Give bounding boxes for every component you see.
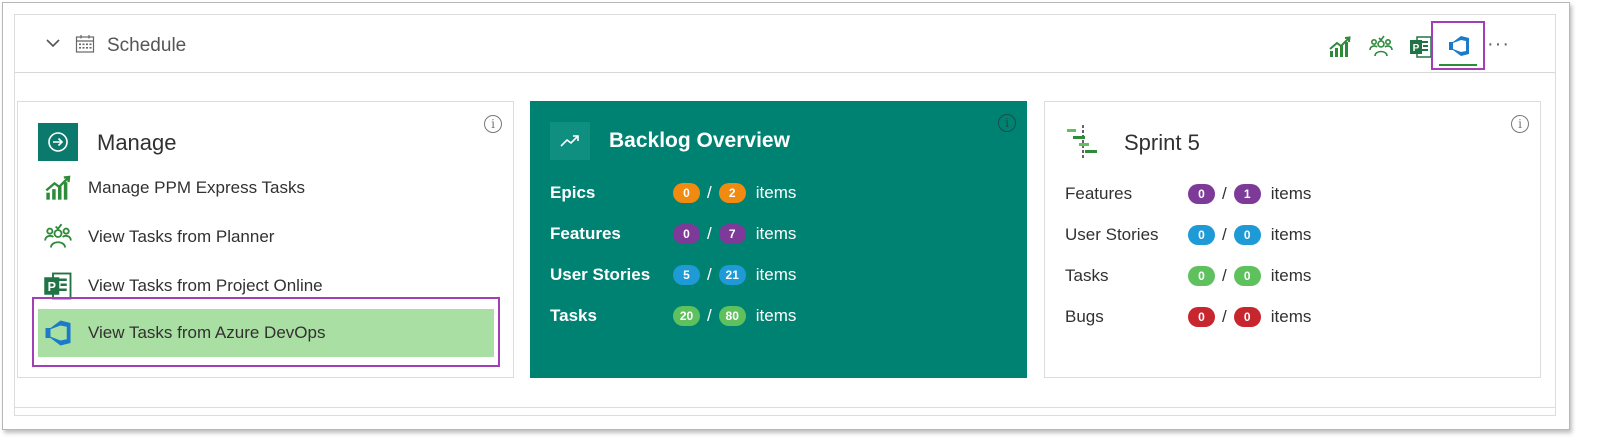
slash-separator: / [707,306,712,325]
count-badge: 0 [1188,307,1215,327]
count-badge: 0 [1188,225,1215,245]
items-unit: items [755,265,797,284]
menu-item-label: Manage PPM Express Tasks [88,178,305,197]
stat-row-epics: Epics 0 / 2 items [550,180,796,206]
slash-separator: / [707,224,712,243]
count-badge: 0 [673,224,700,244]
stat-label: Tasks [550,306,597,325]
menu-item-label: View Tasks from Project Online [88,276,323,295]
azure-devops-icon[interactable] [1447,34,1471,58]
stat-row-features: Features 0 / 1 items [1065,181,1311,207]
stat-row-user-stories: User Stories 0 / 0 items [1065,222,1311,248]
arrow-right-circle-icon [38,123,78,161]
slash-separator: / [1222,266,1227,285]
stat-row-user-stories: User Stories 5 / 21 items [550,262,796,288]
chevron-down-icon[interactable] [45,35,61,51]
count-badge: 0 [1188,184,1215,204]
total-badge: 21 [718,265,746,285]
total-badge: 80 [718,306,746,326]
total-badge: 0 [1233,266,1261,286]
items-unit: items [755,306,797,325]
info-icon[interactable]: i [1511,115,1529,133]
slash-separator: / [1222,307,1227,326]
items-unit: items [1270,184,1312,203]
backlog-overview-card[interactable]: i Backlog Overview Epics 0 / 2 items Fea… [530,101,1027,378]
svg-text:P: P [1413,43,1420,54]
slash-separator: / [1222,225,1227,244]
more-options-button[interactable]: ··· [1487,33,1510,56]
items-unit: items [1270,225,1312,244]
manage-title: Manage [97,130,177,155]
items-unit: items [755,224,797,243]
azure-devops-item-highlight [32,297,500,367]
stat-row-features: Features 0 / 7 items [550,221,796,247]
backlog-title: Backlog Overview [609,129,790,152]
menu-item-planner-tasks[interactable]: View Tasks from Planner [38,213,494,261]
items-unit: items [1270,307,1312,326]
stat-label: User Stories [550,265,651,284]
divider [15,407,1555,408]
screenshot-frame: Schedule P ··· i Manage Manage PPM Expre… [0,0,1609,440]
info-icon[interactable]: i [998,114,1016,132]
stat-row-tasks: Tasks 0 / 0 items [1065,263,1311,289]
schedule-section: Schedule P ··· i Manage Manage PPM Expre… [14,14,1556,416]
slash-separator: / [1222,184,1227,203]
trend-up-icon [550,122,590,160]
chart-growth-icon[interactable] [1328,35,1352,59]
slash-separator: / [707,183,712,202]
stat-label: Features [550,224,621,243]
total-badge: 0 [1233,225,1261,245]
calendar-icon [75,35,95,53]
chart-growth-icon [42,172,74,204]
items-unit: items [755,183,797,202]
items-unit: items [1270,266,1312,285]
svg-text:P: P [48,280,56,294]
team-icon [42,221,74,253]
count-badge: 0 [673,183,700,203]
count-badge: 0 [1188,266,1215,286]
stat-label: Features [1065,184,1133,203]
stat-label: Bugs [1065,307,1104,326]
count-badge: 20 [673,306,700,326]
stat-row-tasks: Tasks 20 / 80 items [550,303,796,329]
sprint-title: Sprint 5 [1124,130,1200,155]
manage-card: i Manage Manage PPM Express Tasks View T… [17,101,514,378]
gantt-icon [1067,125,1097,159]
stat-label: Tasks [1065,266,1109,285]
total-badge: 1 [1233,184,1261,204]
total-badge: 0 [1233,307,1261,327]
menu-item-ppm-express-tasks[interactable]: Manage PPM Express Tasks [38,164,494,212]
total-badge: 7 [718,224,746,244]
section-title: Schedule [107,35,187,56]
section-header: Schedule P ··· [15,15,1555,73]
menu-item-label: View Tasks from Planner [88,227,275,246]
total-badge: 2 [718,183,746,203]
project-online-icon[interactable]: P [1409,35,1433,59]
stat-row-bugs: Bugs 0 / 0 items [1065,304,1311,330]
info-icon[interactable]: i [484,115,502,133]
sprint-card[interactable]: i Sprint 5 Features 0 / 1 items User Sto… [1044,101,1541,378]
slash-separator: / [707,265,712,284]
count-badge: 5 [673,265,700,285]
active-tab-indicator [1439,64,1477,66]
stat-label: User Stories [1065,225,1159,244]
stat-label: Epics [550,183,596,202]
team-icon[interactable] [1369,35,1393,59]
